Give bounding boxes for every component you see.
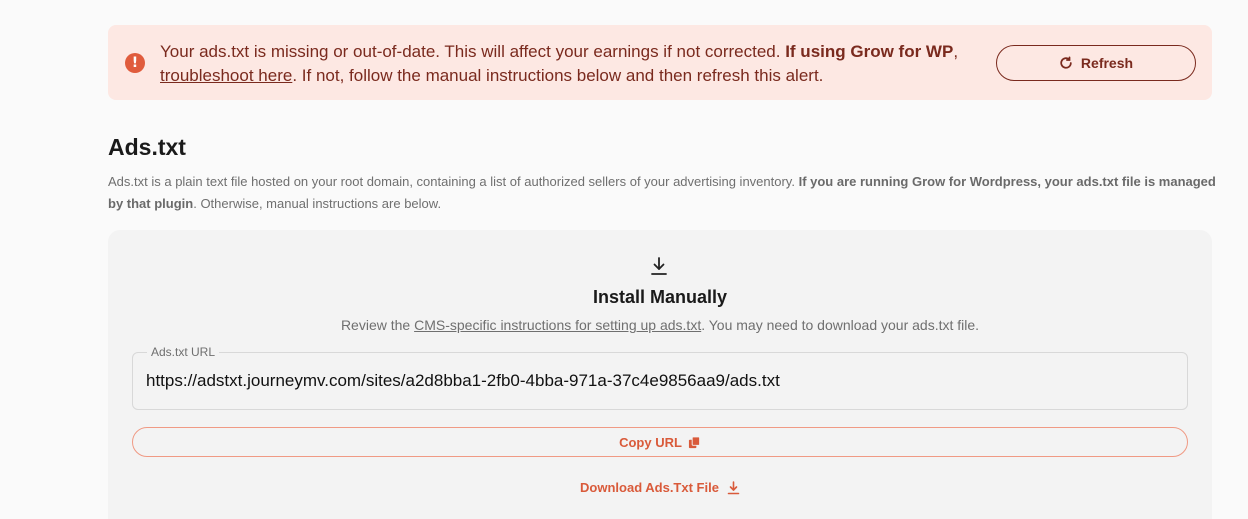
alert-text-suffix: . If not, follow the manual instructions…: [292, 66, 824, 85]
refresh-button-label: Refresh: [1080, 55, 1134, 71]
ads-txt-url-input[interactable]: [146, 371, 1166, 391]
card-sub-suffix: . You may need to download your ads.txt …: [701, 317, 980, 333]
install-manually-card: Install Manually Review the CMS-specific…: [108, 230, 1212, 519]
ads-txt-url-field: Ads.txt URL: [132, 345, 1188, 410]
card-subtitle: Review the CMS-specific instructions for…: [108, 317, 1212, 333]
exclamation-circle-icon: !: [125, 53, 145, 73]
section-desc-suffix: . Otherwise, manual instructions are bel…: [193, 196, 442, 211]
url-field-label: Ads.txt URL: [147, 345, 220, 359]
section-desc-prefix: Ads.txt is a plain text file hosted on y…: [108, 174, 799, 189]
alert-message: Your ads.txt is missing or out-of-date. …: [160, 40, 970, 88]
download-ads-txt-link[interactable]: Download Ads.Txt File: [108, 480, 1212, 495]
card-sub-prefix: Review the: [340, 317, 415, 333]
copy-icon: [688, 435, 700, 448]
copy-url-label: Copy URL: [619, 434, 682, 450]
section-description: Ads.txt is a plain text file hosted on y…: [108, 171, 1218, 215]
copy-url-button[interactable]: Copy URL: [132, 427, 1188, 457]
card-title: Install Manually: [592, 287, 728, 307]
cms-instructions-link[interactable]: CMS-specific instructions for setting up…: [414, 317, 701, 333]
refresh-icon: [1060, 56, 1072, 69]
ads-txt-alert: ! Your ads.txt is missing or out-of-date…: [108, 25, 1212, 100]
alert-bold-text: If using Grow for WP: [785, 42, 954, 61]
troubleshoot-link[interactable]: troubleshoot here: [160, 66, 292, 85]
download-link-label: Download Ads.Txt File: [580, 480, 719, 495]
refresh-button[interactable]: Refresh: [996, 45, 1196, 81]
download-icon: [651, 257, 667, 275]
alert-text-prefix: Your ads.txt is missing or out-of-date. …: [160, 42, 786, 61]
section-title: Ads.txt: [108, 134, 186, 160]
download-icon: [727, 480, 740, 494]
alert-comma: ,: [953, 42, 959, 61]
